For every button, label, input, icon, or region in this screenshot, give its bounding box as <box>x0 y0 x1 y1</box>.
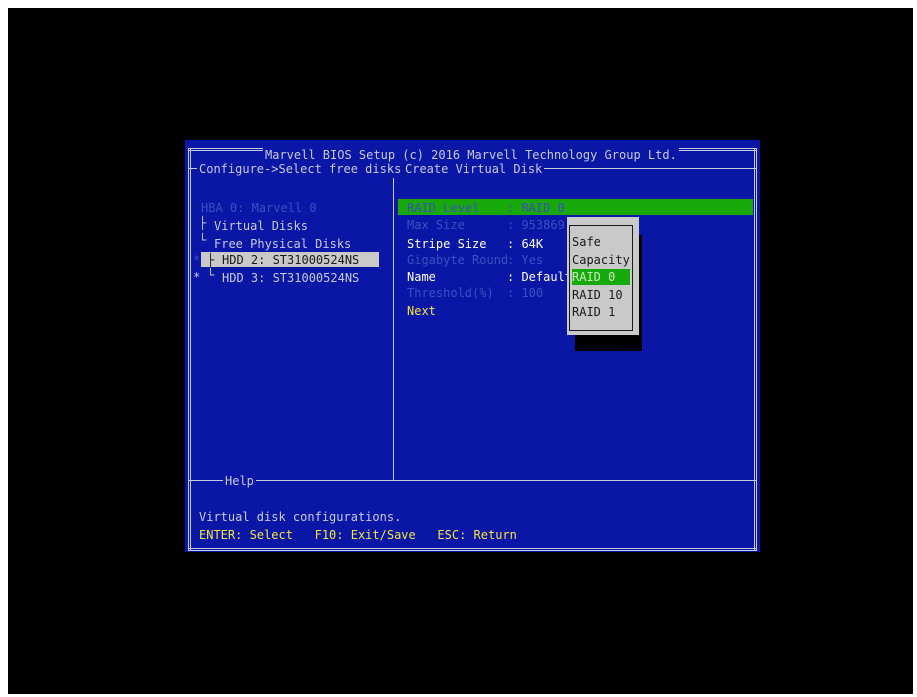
max-size-label: Max Size <box>407 218 465 232</box>
panel-divider <box>393 178 394 480</box>
gigabyte-round-value: : Yes <box>507 253 544 267</box>
help-keys: ENTER: Select F10: Exit/Save ESC: Return <box>199 528 517 542</box>
tree-free-physical-disks[interactable]: Free Physical Disks <box>214 237 351 251</box>
tree-branch-icon: ├ <box>199 216 207 230</box>
option-capacity[interactable]: Capacity <box>572 252 630 268</box>
popup-frame: Safe Capacity RAID 0 RAID 10 RAID 1 <box>569 225 633 331</box>
tree-corner-icon: └ <box>207 268 215 282</box>
gigabyte-round-label: Gigabyte Round <box>407 253 509 267</box>
tree-root[interactable]: HBA 0: Marvell 0 <box>201 201 317 215</box>
bios-setup-window: Marvell BIOS Setup (c) 2016 Marvell Tech… <box>185 140 760 552</box>
name-value[interactable]: : Default <box>507 270 572 284</box>
bios-title: Marvell BIOS Setup (c) 2016 Marvell Tech… <box>263 148 679 162</box>
raid-level-value[interactable]: : RAID 0 <box>507 201 565 215</box>
option-raid-0[interactable]: RAID 0 <box>572 269 630 285</box>
breadcrumb: Configure->Select free disks <box>197 162 404 176</box>
option-raid-10[interactable]: RAID 10 <box>572 287 630 303</box>
tree-virtual-disks[interactable]: Virtual Disks <box>214 219 308 233</box>
option-safe[interactable]: Safe <box>572 234 630 250</box>
stripe-size-value[interactable]: : 64K <box>507 237 543 251</box>
tree-branch-icon: ├ <box>207 253 215 267</box>
help-title: Help <box>223 474 256 488</box>
disk-item-hdd3[interactable]: HDD 3: ST31000524NS <box>222 271 359 285</box>
bottom-border <box>188 548 757 551</box>
tree-corner-icon: └ <box>199 233 207 247</box>
right-border <box>754 148 757 550</box>
next-button[interactable]: Next <box>407 304 436 318</box>
disk-marker: * <box>193 253 201 267</box>
raid-level-popup[interactable]: Safe Capacity RAID 0 RAID 10 RAID 1 <box>567 217 639 335</box>
help-divider <box>188 480 757 481</box>
panel-title: Create Virtual Disk <box>403 162 545 176</box>
disk-item-hdd2[interactable]: HDD 2: ST31000524NS <box>222 253 359 267</box>
name-label[interactable]: Name <box>407 270 436 284</box>
raid-level-label[interactable]: RAID Level <box>407 201 479 215</box>
threshold-label: Threshold(%) <box>407 286 494 300</box>
option-raid-1[interactable]: RAID 1 <box>572 304 630 320</box>
stripe-size-label[interactable]: Stripe Size <box>407 237 486 251</box>
threshold-value: : 100 <box>507 286 544 300</box>
left-border <box>188 148 191 550</box>
disk-marker: * <box>193 270 201 284</box>
help-description: Virtual disk configurations. <box>199 510 402 524</box>
max-size-value: : 953869 <box>507 218 565 232</box>
screen: Marvell BIOS Setup (c) 2016 Marvell Tech… <box>8 8 913 694</box>
